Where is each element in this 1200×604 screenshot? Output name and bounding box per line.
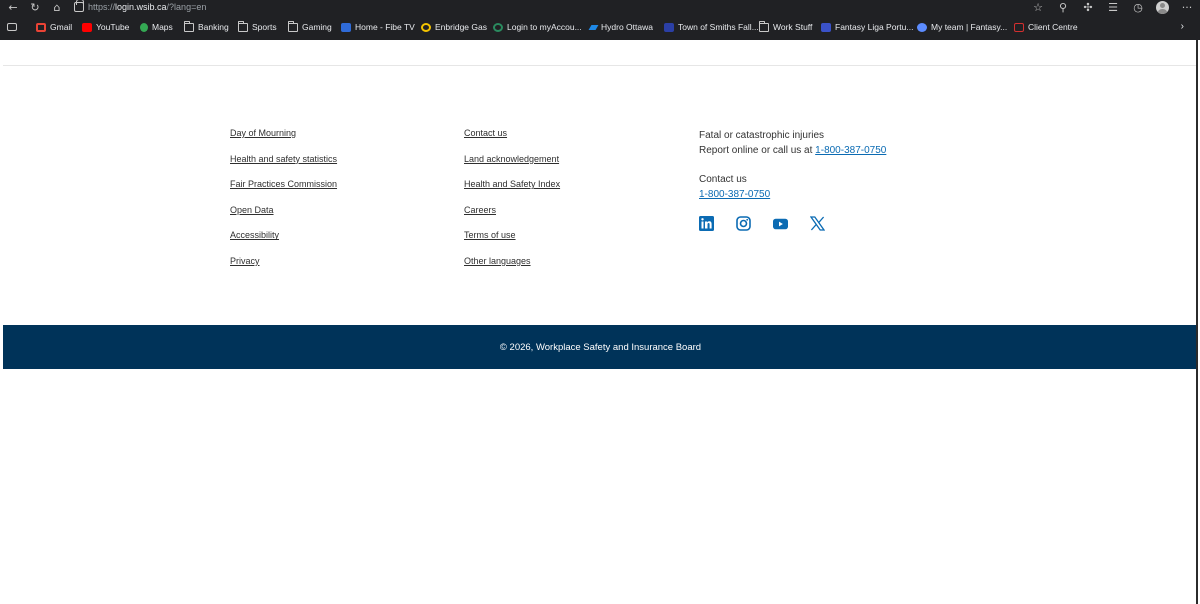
bookmarks-overflow-chevron-icon[interactable]: ›	[1181, 21, 1184, 32]
footer-link-fair-practices[interactable]: Fair Practices Commission	[230, 179, 337, 190]
folder-icon	[184, 20, 194, 32]
folder-icon	[238, 20, 248, 32]
fantasy-liga-icon	[821, 22, 831, 32]
linkedin-icon[interactable]	[699, 216, 714, 231]
bookmarks-bar: Gmail YouTube Maps Banking Sports Gaming…	[0, 14, 1200, 40]
contact-phone-link[interactable]: 1-800-387-0750	[699, 189, 770, 200]
client-centre-icon	[1014, 22, 1024, 32]
lock-icon	[74, 0, 84, 12]
bookmark-maps[interactable]: Maps	[140, 21, 173, 33]
contact-block: Contact us 1-800-387-0750	[699, 172, 959, 202]
page-content: Day of Mourning Health and safety statis…	[3, 40, 1198, 604]
footer-contact-column: Fatal or catastrophic injuries Report on…	[699, 128, 959, 231]
maps-pin-icon	[140, 22, 148, 32]
refresh-icon[interactable]: ↻	[28, 1, 42, 14]
bookmark-banking[interactable]: Banking	[184, 20, 229, 33]
bookmark-work-stuff[interactable]: Work Stuff	[759, 20, 812, 33]
page-edge	[1196, 40, 1198, 604]
address-bar: ← ↻ ⌂ https://login.wsib.ca/?lang=en ☆ ⚲…	[0, 0, 1200, 14]
instagram-icon[interactable]	[736, 216, 751, 231]
footer-link-accessibility[interactable]: Accessibility	[230, 230, 337, 241]
enbridge-icon	[421, 22, 431, 32]
footer-column-1: Day of Mourning Health and safety statis…	[230, 128, 337, 267]
footer-link-terms-of-use[interactable]: Terms of use	[464, 230, 560, 241]
footer-link-health-safety-index[interactable]: Health and Safety Index	[464, 179, 560, 190]
puzzle-icon[interactable]: ✣	[1081, 1, 1095, 14]
footer-link-health-safety-statistics[interactable]: Health and safety statistics	[230, 154, 337, 165]
fantasy-team-icon	[917, 22, 927, 32]
contact-heading: Contact us	[699, 174, 747, 185]
fatal-injuries-line: Report online or call us at 1-800-387-07…	[699, 145, 887, 156]
hydro-icon	[588, 24, 599, 30]
extensions-icon[interactable]: ⚲	[1056, 1, 1070, 14]
more-icon[interactable]: ···	[1180, 1, 1194, 14]
bookmark-fantasy-team[interactable]: My team | Fantasy...	[917, 21, 1007, 33]
fibe-tv-icon	[341, 22, 351, 32]
url-text: https://login.wsib.ca/?lang=en	[88, 2, 207, 12]
footer-link-open-data[interactable]: Open Data	[230, 205, 337, 216]
bookmark-client-centre[interactable]: Client Centre	[1014, 21, 1078, 33]
bookmark-gaming[interactable]: Gaming	[288, 20, 332, 33]
town-icon	[664, 22, 674, 32]
youtube-icon	[82, 22, 92, 32]
bookmark-fantasy-liga[interactable]: Fantasy Liga Portu...	[821, 21, 913, 33]
copyright-bar: © 2026, Workplace Safety and Insurance B…	[3, 325, 1198, 369]
bookmark-smiths-falls[interactable]: Town of Smiths Fall...	[664, 21, 759, 33]
history-icon[interactable]: ◷	[1131, 1, 1145, 14]
copyright-text: © 2026, Workplace Safety and Insurance B…	[499, 341, 702, 353]
x-icon[interactable]	[810, 216, 825, 231]
star-icon[interactable]: ☆	[1031, 1, 1045, 14]
youtube-icon[interactable]	[773, 216, 788, 231]
header-divider	[3, 65, 1198, 66]
folder-icon	[288, 20, 298, 32]
bookmark-myaccount[interactable]: Login to myAccou...	[493, 21, 582, 33]
footer-column-2: Contact us Land acknowledgement Health a…	[464, 128, 560, 267]
url-field[interactable]: https://login.wsib.ca/?lang=en	[74, 0, 206, 14]
browser-toolbar-right: ☆ ⚲ ✣ ☰ ◷ ···	[1031, 0, 1194, 14]
footer-link-careers[interactable]: Careers	[464, 205, 560, 216]
profile-avatar[interactable]	[1156, 0, 1169, 14]
folder-icon	[759, 20, 769, 32]
back-arrow-icon[interactable]: ←	[6, 1, 20, 14]
bookmark-enbridge[interactable]: Enbridge Gas	[421, 21, 487, 33]
footer-link-privacy[interactable]: Privacy	[230, 256, 337, 267]
bookmark-youtube[interactable]: YouTube	[82, 21, 129, 33]
tab-actions-icon[interactable]	[7, 23, 17, 31]
fatal-injuries-phone-link[interactable]: 1-800-387-0750	[815, 145, 886, 156]
social-links	[699, 216, 959, 231]
footer-link-day-of-mourning[interactable]: Day of Mourning	[230, 128, 337, 139]
bookmark-sports[interactable]: Sports	[238, 20, 277, 33]
contact-phone-line: 1-800-387-0750	[699, 187, 959, 202]
home-icon[interactable]: ⌂	[50, 1, 64, 14]
bookmark-fibe-tv[interactable]: Home - Fibe TV	[341, 21, 415, 33]
gmail-icon	[36, 22, 46, 32]
footer-link-land-acknowledgement[interactable]: Land acknowledgement	[464, 154, 560, 165]
favorites-icon[interactable]: ☰	[1106, 1, 1120, 14]
footer-link-other-languages[interactable]: Other languages	[464, 256, 560, 267]
footer-link-contact-us[interactable]: Contact us	[464, 128, 560, 139]
account-icon	[493, 22, 503, 32]
bookmark-gmail[interactable]: Gmail	[36, 21, 72, 33]
fatal-injuries-heading: Fatal or catastrophic injuries	[699, 130, 825, 141]
bookmark-hydro-ottawa[interactable]: Hydro Ottawa	[588, 21, 653, 33]
